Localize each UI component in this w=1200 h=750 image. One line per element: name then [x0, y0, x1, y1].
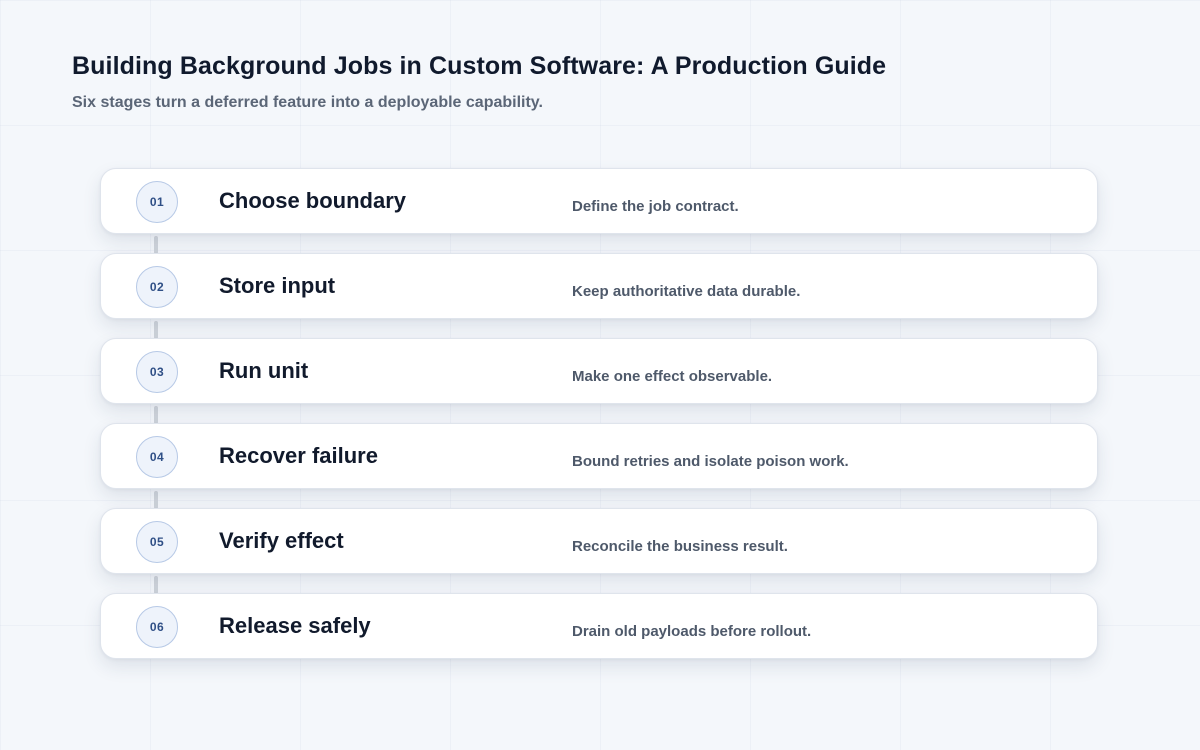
step-connector	[154, 576, 158, 594]
step-number-badge: 04	[136, 436, 178, 478]
step-title: Recover failure	[219, 443, 378, 468]
step-title: Run unit	[219, 358, 309, 383]
step-title: Release safely	[219, 613, 371, 638]
step-description: Bound retries and isolate poison work.	[572, 453, 849, 470]
header: Building Background Jobs in Custom Softw…	[72, 52, 886, 112]
step-card-choose-boundary: 01 Choose boundary Define the job contra…	[100, 168, 1098, 234]
page-subtitle: Six stages turn a deferred feature into …	[72, 94, 543, 111]
step-card-run-unit: 03 Run unit Make one effect observable.	[100, 338, 1098, 404]
step-card-release-safely: 06 Release safely Drain old payloads bef…	[100, 593, 1098, 659]
step-title: Store input	[219, 273, 336, 298]
step-number-badge: 01	[136, 181, 178, 223]
step-title: Choose boundary	[219, 188, 407, 213]
step-description: Define the job contract.	[572, 198, 739, 215]
step-connector	[154, 491, 158, 509]
step-connector	[154, 236, 158, 254]
step-description: Reconcile the business result.	[572, 538, 788, 555]
step-card-verify-effect: 05 Verify effect Reconcile the business …	[100, 508, 1098, 574]
step-description: Make one effect observable.	[572, 368, 773, 385]
step-number-badge: 06	[136, 606, 178, 648]
step-card-recover-failure: 04 Recover failure Bound retries and iso…	[100, 423, 1098, 489]
step-title: Verify effect	[219, 528, 344, 553]
step-description: Keep authoritative data durable.	[572, 283, 801, 300]
step-connector	[154, 321, 158, 339]
step-card-store-input: 02 Store input Keep authoritative data d…	[100, 253, 1098, 319]
step-number-badge: 05	[136, 521, 178, 563]
step-description: Drain old payloads before rollout.	[572, 623, 812, 640]
step-number-badge: 03	[136, 351, 178, 393]
step-connector	[154, 406, 158, 424]
step-number-badge: 02	[136, 266, 178, 308]
page-title: Building Background Jobs in Custom Softw…	[72, 52, 887, 80]
